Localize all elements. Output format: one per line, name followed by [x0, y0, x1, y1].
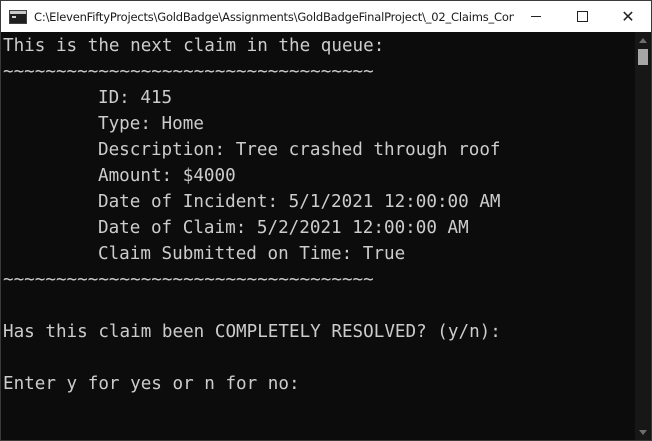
- separator-bottom: ~~~~~~~~~~~~~~~~~~~~~~~~~~~~~~~~~~~: [3, 270, 374, 290]
- claim-description: Description: Tree crashed through roof: [98, 140, 501, 160]
- window-title: C:\ElevenFiftyProjects\GoldBadge\Assignm…: [34, 9, 514, 24]
- scroll-up-arrow-icon[interactable]: [635, 32, 651, 48]
- minimize-icon: [531, 16, 541, 17]
- console-window: C:\ElevenFiftyProjects\GoldBadge\Assignm…: [0, 0, 652, 441]
- scroll-down-arrow-icon[interactable]: [635, 424, 651, 440]
- close-button[interactable]: ✕: [605, 1, 651, 32]
- claim-submitted-on-time: Claim Submitted on Time: True: [98, 244, 406, 264]
- claim-amount: Amount: $4000: [98, 166, 236, 186]
- title-bar[interactable]: C:\ElevenFiftyProjects\GoldBadge\Assignm…: [1, 1, 651, 32]
- console-app-icon[interactable]: [9, 9, 27, 24]
- resolved-prompt: Has this claim been COMPLETELY RESOLVED?…: [3, 322, 501, 342]
- claim-id: ID: 415: [98, 88, 173, 108]
- maximize-button[interactable]: [559, 1, 605, 32]
- vertical-scrollbar[interactable]: [635, 32, 651, 440]
- queue-header: This is the next claim in the queue:: [3, 36, 385, 56]
- claim-date-of-claim: Date of Claim: 5/2/2021 12:00:00 AM: [98, 218, 469, 238]
- close-icon: ✕: [621, 6, 635, 26]
- maximize-icon: [576, 11, 588, 22]
- console-output[interactable]: This is the next claim in the queue: ~~~…: [1, 32, 635, 440]
- claim-type: Type: Home: [98, 114, 204, 134]
- enter-prompt: Enter y for yes or n for no:: [3, 374, 300, 394]
- separator-top: ~~~~~~~~~~~~~~~~~~~~~~~~~~~~~~~~~~~: [3, 62, 374, 82]
- minimize-button[interactable]: [513, 1, 559, 32]
- scroll-thumb[interactable]: [638, 49, 648, 65]
- claim-date-of-incident: Date of Incident: 5/1/2021 12:00:00 AM: [98, 192, 501, 212]
